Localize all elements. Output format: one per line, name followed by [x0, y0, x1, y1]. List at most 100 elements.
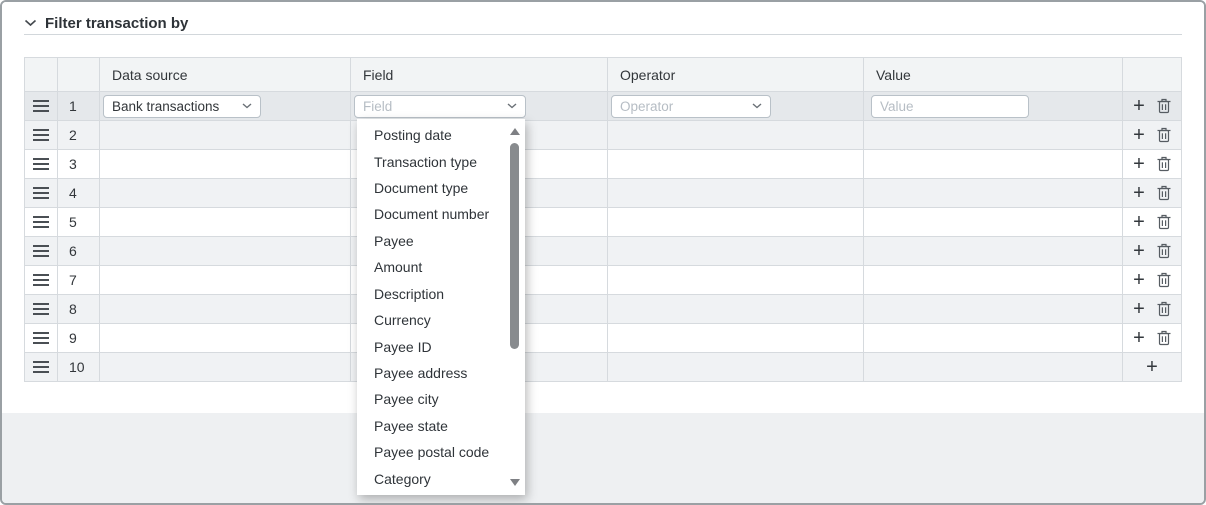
- delete-row-button[interactable]: [1157, 214, 1171, 230]
- scrollbar-thumb[interactable]: [510, 143, 519, 349]
- scroll-down-icon[interactable]: [510, 479, 520, 486]
- row-cell-value: [864, 208, 1123, 236]
- field-select-placeholder: Field: [363, 99, 392, 114]
- table-row: 6 +: [25, 237, 1181, 266]
- drag-handle-icon[interactable]: [33, 274, 49, 286]
- filter-table: Data source Field Operator Value 1 Bank …: [24, 57, 1182, 382]
- header-operator: Operator: [608, 58, 864, 91]
- add-row-button[interactable]: +: [1133, 299, 1145, 319]
- row-cell-operator: [608, 324, 864, 352]
- chevron-down-icon: [752, 103, 762, 109]
- row-cell-actions: +: [1123, 150, 1181, 178]
- section-toggle[interactable]: Filter transaction by: [24, 12, 188, 34]
- delete-row-button[interactable]: [1157, 330, 1171, 346]
- add-row-button[interactable]: +: [1146, 357, 1158, 377]
- data-source-select[interactable]: Bank transactions: [103, 95, 261, 118]
- row-number: 4: [58, 179, 100, 207]
- row-number: 9: [58, 324, 100, 352]
- drag-handle-icon[interactable]: [33, 158, 49, 170]
- row-cell-operator: Operator: [608, 92, 864, 120]
- row-cell-actions: +: [1123, 179, 1181, 207]
- table-row: 3 +: [25, 150, 1181, 179]
- drag-handle-icon[interactable]: [33, 100, 49, 112]
- field-dropdown-item[interactable]: Payee postal code: [357, 439, 525, 465]
- drag-handle-icon[interactable]: [33, 216, 49, 228]
- field-dropdown-item[interactable]: Document number: [357, 201, 525, 227]
- row-number: 3: [58, 150, 100, 178]
- drag-handle-icon[interactable]: [33, 332, 49, 344]
- row-cell-value: [864, 295, 1123, 323]
- row-cell-handle: [25, 208, 58, 236]
- delete-row-button[interactable]: [1157, 156, 1171, 172]
- section-divider: [24, 34, 1182, 35]
- field-dropdown-item[interactable]: Payee address: [357, 360, 525, 386]
- drag-handle-icon[interactable]: [33, 129, 49, 141]
- table-row: 2 +: [25, 121, 1181, 150]
- table-row: 10 +: [25, 353, 1181, 382]
- drag-handle-icon[interactable]: [33, 245, 49, 257]
- delete-row-button[interactable]: [1157, 272, 1171, 288]
- row-cell-operator: [608, 237, 864, 265]
- add-row-button[interactable]: +: [1133, 328, 1145, 348]
- row-cell-data-source: Bank transactions: [100, 92, 351, 120]
- row-cell-data-source: [100, 266, 351, 294]
- add-row-button[interactable]: +: [1133, 212, 1145, 232]
- delete-row-button[interactable]: [1157, 98, 1171, 114]
- row-cell-handle: [25, 92, 58, 120]
- row-cell-data-source: [100, 353, 351, 381]
- add-row-button[interactable]: +: [1133, 125, 1145, 145]
- row-cell-value: [864, 266, 1123, 294]
- field-dropdown-item[interactable]: Posting date: [357, 122, 525, 148]
- field-dropdown-item[interactable]: Payee: [357, 228, 525, 254]
- field-dropdown-item[interactable]: Description: [357, 281, 525, 307]
- row-cell-value: [864, 150, 1123, 178]
- value-input[interactable]: [871, 95, 1029, 118]
- row-cell-data-source: [100, 121, 351, 149]
- row-cell-value: [864, 237, 1123, 265]
- add-row-button[interactable]: +: [1133, 96, 1145, 116]
- operator-select-placeholder: Operator: [620, 99, 673, 114]
- row-cell-operator: [608, 353, 864, 381]
- field-dropdown-item[interactable]: Payee state: [357, 413, 525, 439]
- delete-row-button[interactable]: [1157, 301, 1171, 317]
- row-cell-value: [864, 179, 1123, 207]
- row-cell-handle: [25, 324, 58, 352]
- row-cell-actions: +: [1123, 92, 1181, 120]
- field-dropdown-item[interactable]: Category: [357, 465, 525, 491]
- trash-icon: [1157, 243, 1171, 259]
- row-cell-data-source: [100, 179, 351, 207]
- drag-handle-icon[interactable]: [33, 187, 49, 199]
- add-row-button[interactable]: +: [1133, 270, 1145, 290]
- row-cell-field: Field: [351, 92, 608, 120]
- delete-row-button[interactable]: [1157, 127, 1171, 143]
- row-number: 5: [58, 208, 100, 236]
- table-row: 4 +: [25, 179, 1181, 208]
- row-cell-handle: [25, 121, 58, 149]
- dropdown-scrollbar[interactable]: [508, 125, 522, 489]
- row-cell-actions: +: [1123, 266, 1181, 294]
- scroll-up-icon[interactable]: [510, 128, 520, 135]
- field-dropdown-item[interactable]: Transaction type: [357, 148, 525, 174]
- row-cell-actions: +: [1123, 353, 1181, 381]
- add-row-button[interactable]: +: [1133, 241, 1145, 261]
- row-cell-actions: +: [1123, 237, 1181, 265]
- delete-row-button[interactable]: [1157, 243, 1171, 259]
- add-row-button[interactable]: +: [1133, 154, 1145, 174]
- field-dropdown-item[interactable]: Payee ID: [357, 333, 525, 359]
- add-row-button[interactable]: +: [1133, 183, 1145, 203]
- operator-select[interactable]: Operator: [611, 95, 771, 118]
- trash-icon: [1157, 214, 1171, 230]
- header-actions-column: [1123, 58, 1181, 91]
- row-cell-value: [864, 353, 1123, 381]
- drag-handle-icon[interactable]: [33, 303, 49, 315]
- drag-handle-icon[interactable]: [33, 361, 49, 373]
- field-dropdown-item[interactable]: Document type: [357, 175, 525, 201]
- delete-row-button[interactable]: [1157, 185, 1171, 201]
- field-dropdown-item[interactable]: Currency: [357, 307, 525, 333]
- trash-icon: [1157, 127, 1171, 143]
- field-dropdown-item[interactable]: Amount: [357, 254, 525, 280]
- row-cell-operator: [608, 295, 864, 323]
- field-select[interactable]: Field: [354, 95, 526, 118]
- row-cell-actions: +: [1123, 121, 1181, 149]
- field-dropdown-item[interactable]: Payee city: [357, 386, 525, 412]
